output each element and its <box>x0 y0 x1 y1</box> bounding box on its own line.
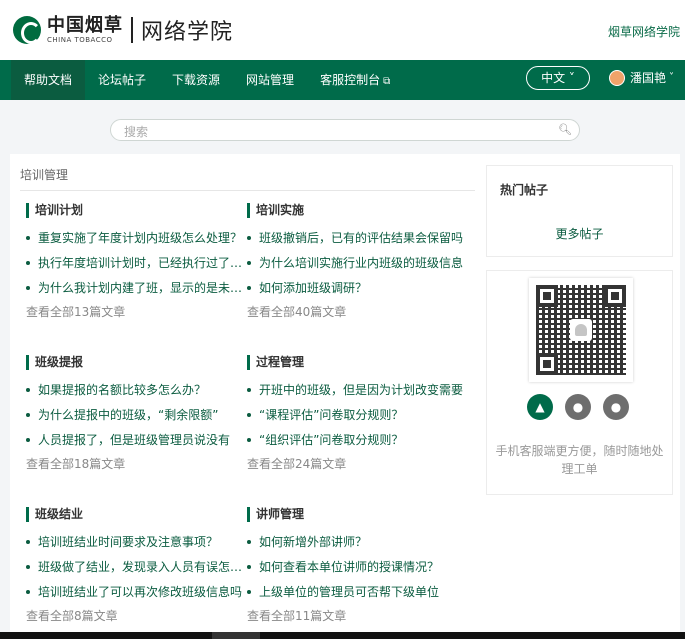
category-training-implementation: 培训实施 班级撤销后，已有的评估结果会保留吗 为什么培训实施行业内班级的班级信息… <box>247 203 467 320</box>
view-all-link[interactable]: 查看全部13篇文章 <box>26 303 246 320</box>
nav-service-console[interactable]: 客服控制台 ⧉ <box>307 60 403 100</box>
category-title[interactable]: 培训计划 <box>26 203 246 218</box>
category-title[interactable]: 过程管理 <box>247 355 467 370</box>
user-name: 潘国艳 <box>630 71 667 85</box>
apple-icon[interactable]: ● <box>565 394 591 420</box>
main-nav: 帮助文档 论坛帖子 下载资源 网站管理 客服控制台 ⧉ 中文 ˅ 潘国艳 ˅ <box>0 60 685 100</box>
mobile-app-tip: 手机客服端更方便，随时随地处理工单 <box>495 444 664 476</box>
view-all-link[interactable]: 查看全部11篇文章 <box>247 607 467 624</box>
logo-english-name: CHINA TOBACCO <box>47 35 113 44</box>
view-all-link[interactable]: 查看全部40篇文章 <box>247 303 467 320</box>
china-tobacco-logo-icon <box>13 16 41 44</box>
chevron-down-icon: ˅ <box>565 71 575 85</box>
article-link[interactable]: 如果提报的名额比较多怎么办？ <box>26 381 246 406</box>
article-link[interactable]: 开班中的班级，但是因为计划改变需要 <box>247 381 467 406</box>
article-link[interactable]: 上级单位的管理员可否帮下级单位 <box>247 583 467 608</box>
external-link-icon: ⧉ <box>383 76 391 87</box>
article-link[interactable]: 人员提报了，但是班级管理员说没有 <box>26 431 246 456</box>
category-title[interactable]: 培训实施 <box>247 203 467 218</box>
category-training-plan: 培训计划 重复实施了年度计划内班级怎么处理？ 执行年度培训计划时，已经执行过了怎… <box>26 203 246 320</box>
view-all-link[interactable]: 查看全部18篇文章 <box>26 455 246 472</box>
taskbar <box>0 632 685 639</box>
android-icon[interactable]: ▲ <box>527 394 553 420</box>
article-link[interactable]: 培训班结业时间要求及注意事项？ <box>26 533 246 558</box>
breadcrumb-divider <box>20 190 475 191</box>
article-link[interactable]: 为什么提报中的班级，“剩余限额” <box>26 406 246 431</box>
article-link[interactable]: 重复实施了年度计划内班级怎么处理？ <box>26 229 246 254</box>
article-link[interactable]: 为什么培训实施行业内班级的班级信息 <box>247 254 467 279</box>
nav-downloads[interactable]: 下载资源 <box>159 60 233 100</box>
app-download-icons: ▲ ● ● <box>527 394 641 420</box>
search-icon[interactable]: 🔍︎ <box>558 123 572 136</box>
article-link[interactable]: “组织评估”问卷取分规则？ <box>247 431 467 456</box>
hot-posts-title: 热门帖子 <box>500 183 549 197</box>
logo-chinese-name: 中国烟草 <box>47 14 123 36</box>
search-band: 搜索 🔍︎ <box>10 107 680 154</box>
article-link[interactable]: 班级撤销后，已有的评估结果会保留吗 <box>247 229 467 254</box>
search-input[interactable]: 搜索 🔍︎ <box>110 119 580 141</box>
category-title[interactable]: 班级结业 <box>26 507 246 522</box>
article-link[interactable]: 如何添加班级调研？ <box>247 279 467 304</box>
breadcrumb[interactable]: 培训管理 <box>20 166 68 183</box>
view-all-link[interactable]: 查看全部8篇文章 <box>26 607 246 624</box>
article-link[interactable]: 培训班结业了可以再次修改班级信息吗 <box>26 583 246 608</box>
article-link[interactable]: 如何查看本单位讲师的授课情况？ <box>247 558 467 583</box>
nav-service-console-label: 客服控制台 <box>320 73 381 87</box>
logo-school-name: 网络学院 <box>141 20 234 45</box>
language-select[interactable]: 中文 ˅ <box>526 66 590 90</box>
view-all-link[interactable]: 查看全部24篇文章 <box>247 455 467 472</box>
search-placeholder: 搜索 <box>124 125 149 139</box>
android-icon <box>570 319 592 341</box>
top-header: 中国烟草 CHINA TOBACCO 网络学院 烟草网络学院 <box>0 0 685 60</box>
category-class-submission: 班级提报 如果提报的名额比较多怎么办？ 为什么提报中的班级，“剩余限额” 人员提… <box>26 355 246 472</box>
nav-site-admin[interactable]: 网站管理 <box>233 60 307 100</box>
category-class-completion: 班级结业 培训班结业时间要求及注意事项？ 班级做了结业，发现录入人员有误怎么办 … <box>26 507 246 624</box>
article-link[interactable]: 如何新增外部讲师？ <box>247 533 467 558</box>
hot-posts-panel: 热门帖子 更多帖子 <box>486 165 673 257</box>
article-link[interactable]: 班级做了结业，发现录入人员有误怎么办 <box>26 558 246 583</box>
language-label: 中文 <box>541 71 566 85</box>
mobile-app-panel: ▲ ● ● 手机客服端更方便，随时随地处理工单 <box>486 270 673 495</box>
site-logo[interactable]: 中国烟草 CHINA TOBACCO 网络学院 <box>13 14 233 46</box>
nav-help-docs[interactable]: 帮助文档 <box>11 60 86 100</box>
category-title[interactable]: 班级提报 <box>26 355 246 370</box>
wechat-icon[interactable]: ● <box>603 394 629 420</box>
article-link[interactable]: 为什么我计划内建了班，显示的是未实施 <box>26 279 246 304</box>
category-process-management: 过程管理 开班中的班级，但是因为计划改变需要 “课程评估”问卷取分规则？ “组织… <box>247 355 467 472</box>
chevron-down-icon: ˅ <box>669 72 675 83</box>
article-link[interactable]: 执行年度培训计划时，已经执行过了怎么办 <box>26 254 246 279</box>
logo-divider <box>131 17 133 43</box>
article-link[interactable]: “课程评估”问卷取分规则？ <box>247 406 467 431</box>
main-content: 搜索 🔍︎ 培训管理 培训计划 重复实施了年度计划内班级怎么处理？ 执行年度培训… <box>10 107 680 632</box>
nav-forum-posts[interactable]: 论坛帖子 <box>85 60 159 100</box>
qr-code-image <box>529 278 633 382</box>
user-menu[interactable]: 潘国艳 ˅ <box>609 69 674 86</box>
avatar <box>609 69 625 86</box>
category-lecturer-management: 讲师管理 如何新增外部讲师？ 如何查看本单位讲师的授课情况？ 上级单位的管理员可… <box>247 507 467 624</box>
more-posts-link[interactable]: 更多帖子 <box>487 225 672 242</box>
tobacco-academy-link[interactable]: 烟草网络学院 <box>608 23 680 40</box>
category-title[interactable]: 讲师管理 <box>247 507 467 522</box>
